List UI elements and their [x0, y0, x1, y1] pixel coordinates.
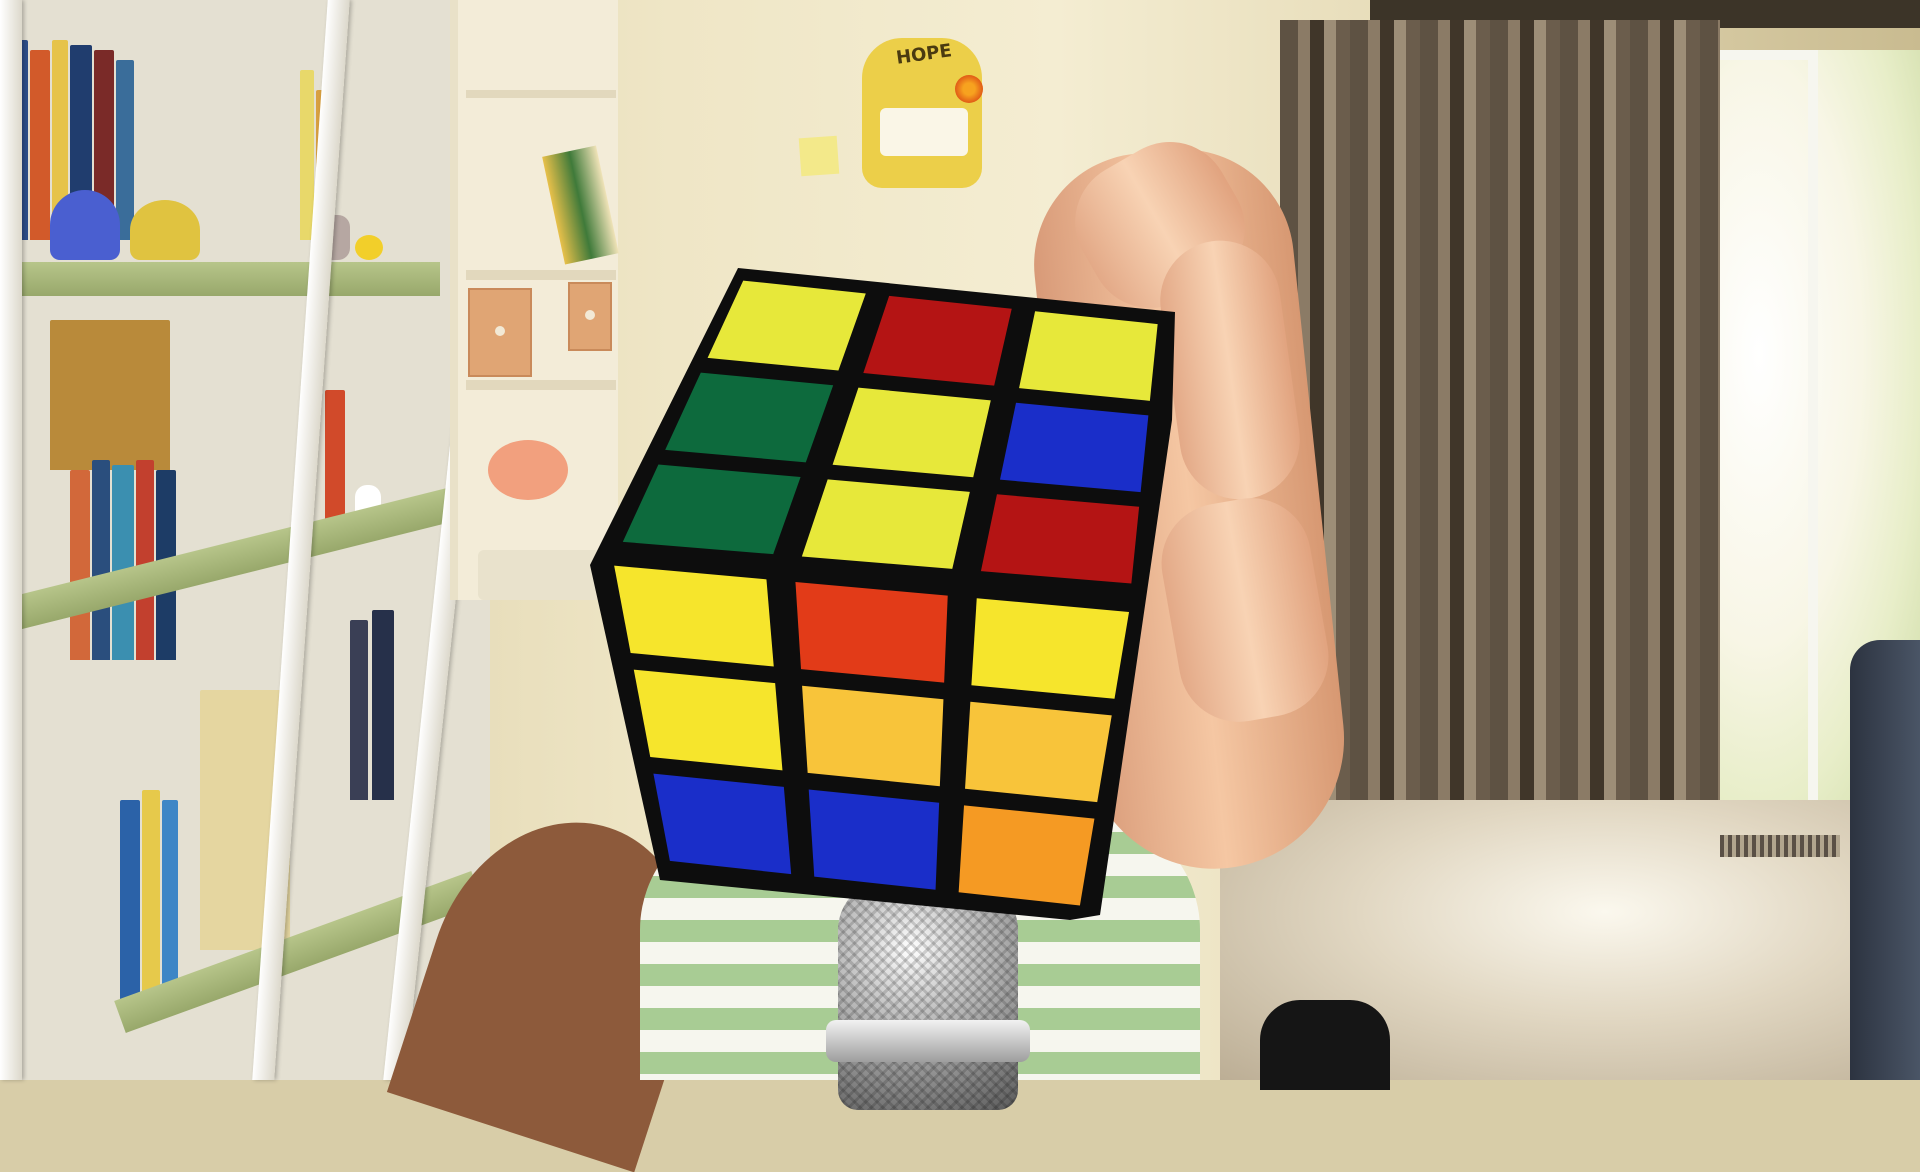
front-sticker-1-2 — [965, 701, 1112, 803]
front-sticker-2-2 — [958, 805, 1095, 906]
rubiks-cube — [590, 268, 1175, 920]
cube-top-face — [622, 280, 1158, 584]
front-sticker-1-1 — [802, 685, 944, 787]
top-sticker-2-1 — [801, 479, 970, 569]
front-sticker-0-0 — [614, 565, 774, 667]
top-sticker-0-2 — [1019, 311, 1158, 401]
front-sticker-0-1 — [795, 581, 948, 683]
top-sticker-2-2 — [980, 494, 1140, 584]
cube-front-face — [614, 565, 1130, 906]
top-sticker-1-1 — [832, 387, 991, 478]
front-sticker-1-0 — [633, 669, 783, 771]
top-sticker-1-2 — [999, 402, 1149, 493]
front-sticker-2-0 — [653, 773, 792, 875]
top-sticker-0-1 — [863, 295, 1012, 386]
front-sticker-0-2 — [971, 598, 1130, 699]
front-sticker-2-1 — [808, 789, 940, 890]
